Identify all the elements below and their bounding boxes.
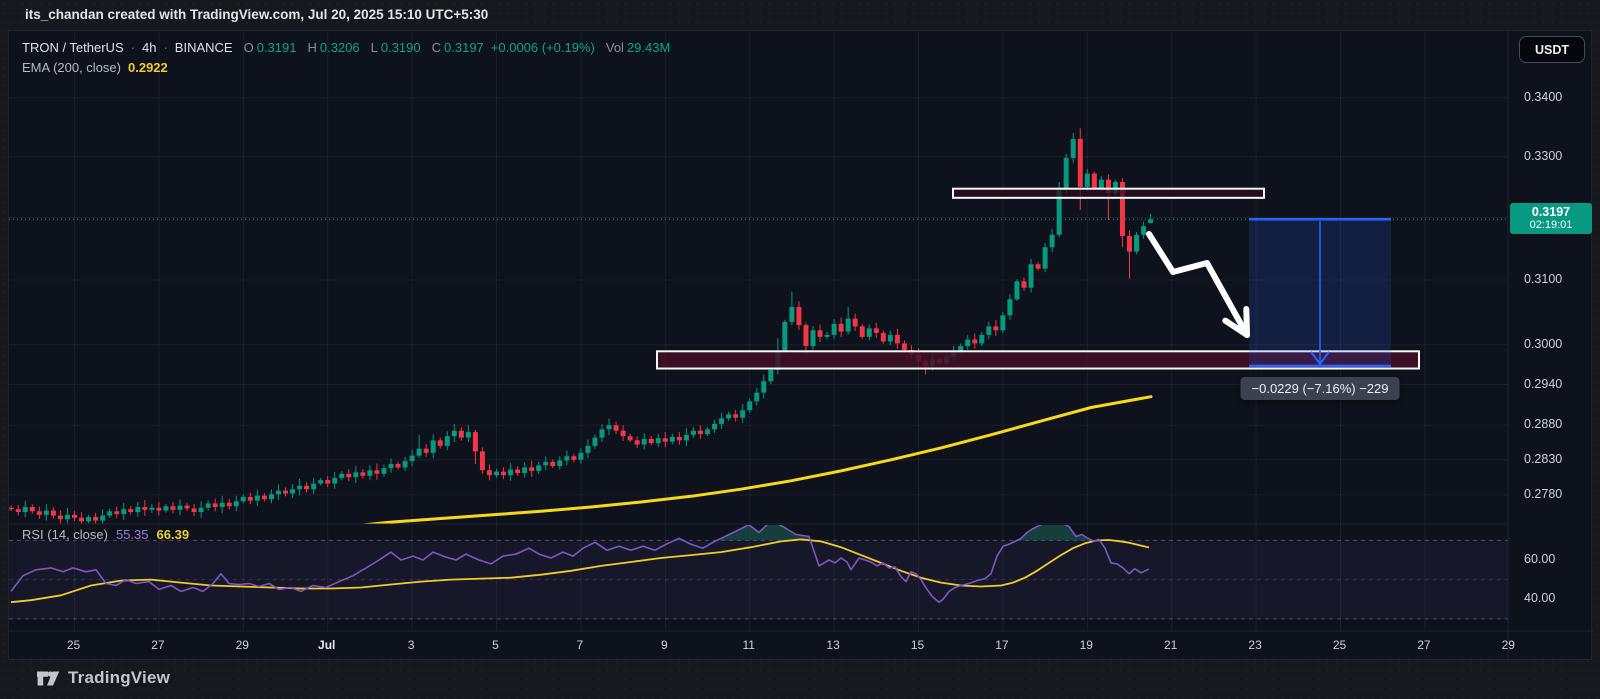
rsi-value: 55.35 (115, 527, 149, 542)
price-axis-label: 0.2780 (1524, 486, 1563, 501)
volume-value: 29.43M (626, 40, 671, 55)
price-axis-label: 0.2940 (1524, 376, 1563, 391)
change-value: +0.0006 (+0.19%) (490, 40, 595, 55)
high-value: 0.3206 (319, 40, 360, 55)
last-price-value: 0.3197 (1531, 205, 1571, 220)
attribution-text: its_chandan created with TradingView.com… (25, 7, 489, 22)
open-value: 0.3191 (256, 40, 297, 55)
time-axis-label: Jul (318, 638, 336, 652)
time-axis-label: 9 (660, 638, 668, 652)
last-price-badge: 0.3197 02:19:01 (1510, 203, 1592, 235)
symbol-title[interactable]: TRON / TetherUS (22, 40, 124, 55)
time-axis-label: 25 (66, 638, 81, 652)
rsi-axis-label: 60.00 (1524, 552, 1556, 566)
currency-toggle-button[interactable]: USDT (1519, 36, 1585, 63)
time-axis-label: 7 (576, 638, 584, 652)
chart-window[interactable] (8, 30, 1593, 661)
rsi-pane (9, 525, 1508, 620)
footer: TradingView (36, 668, 170, 688)
price-axis-label: 0.2830 (1524, 451, 1563, 466)
time-axis-label: 27 (1417, 638, 1431, 652)
time-axis-label: 21 (1164, 638, 1178, 652)
exchange-label: BINANCE (174, 40, 233, 55)
close-label: C (431, 40, 442, 55)
open-label: O (243, 40, 254, 55)
volume-label: Vol (605, 40, 624, 55)
indicator-legend[interactable]: EMA (200, close) 0.2922 (22, 60, 168, 75)
price-axis-label: 0.3000 (1524, 336, 1563, 351)
ema-indicator-value: 0.2922 (128, 60, 168, 75)
tradingview-wordmark[interactable]: TradingView (68, 668, 170, 688)
time-axis-label: 3 (407, 638, 415, 652)
interval-label[interactable]: 4h (142, 40, 156, 55)
low-value: 0.3190 (380, 40, 421, 55)
price-axis-label: 0.2880 (1524, 417, 1563, 432)
time-axis-label: 13 (826, 638, 840, 652)
time-axis-label: 29 (1501, 638, 1515, 652)
chart-canvas[interactable] (9, 31, 1593, 661)
tradingview-logo-icon[interactable] (36, 669, 60, 688)
time-axis-label: 25 (1332, 638, 1347, 652)
rsi-ma-value: 66.39 (156, 527, 190, 542)
price-axis-label: 0.3300 (1524, 148, 1563, 163)
measurement-tooltip: −0.0229 (−7.16%) −229 (1240, 377, 1400, 400)
trend-arrow[interactable] (1146, 231, 1250, 338)
close-value: 0.3197 (444, 40, 484, 55)
price-zone[interactable] (952, 187, 1265, 199)
measurement-tool[interactable] (1249, 218, 1391, 368)
high-label: H (307, 40, 317, 55)
legend-separator: · (130, 40, 135, 55)
tradingview-screenshot: its_chandan created with TradingView.com… (0, 0, 1600, 699)
rsi-indicator-legend[interactable]: RSI (14, close) 55.35 66.39 (22, 527, 189, 542)
time-axis-label: 15 (910, 638, 925, 652)
bar-countdown: 02:19:01 (1529, 219, 1573, 232)
time-axis-label: 27 (151, 638, 165, 652)
price-axis-label: 0.3100 (1524, 272, 1563, 287)
symbol-legend[interactable]: TRON / TetherUS · 4h · BINANCE O 0.3191 … (22, 40, 670, 55)
ema-indicator-label[interactable]: EMA (200, close) (22, 60, 121, 75)
low-label: L (370, 40, 378, 55)
time-axis-label: 17 (995, 638, 1009, 652)
price-axis-label: 0.3400 (1524, 89, 1563, 104)
time-axis-label: 5 (492, 638, 499, 652)
rsi-indicator-label[interactable]: RSI (14, close) (22, 527, 108, 542)
time-axis-label: 23 (1248, 638, 1262, 652)
time-axis-label: 11 (742, 638, 755, 652)
rsi-axis-label: 40.00 (1524, 591, 1556, 606)
time-axis-label: 29 (235, 638, 249, 652)
time-axis-label: 19 (1079, 638, 1093, 652)
legend-separator: · (163, 40, 168, 55)
